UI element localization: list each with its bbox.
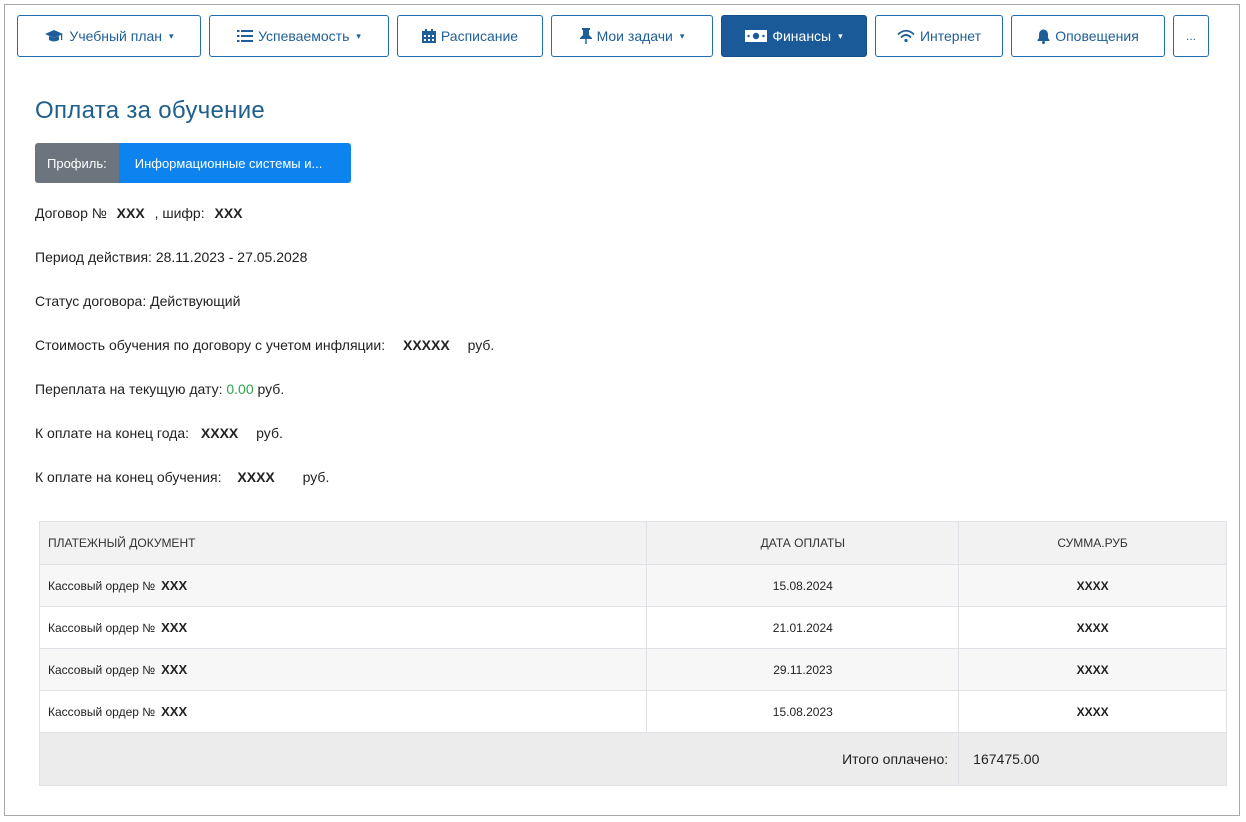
- column-header-document: ПЛАТЕЖНЫЙ ДОКУМЕНТ: [38, 521, 648, 565]
- nav-schedule-button[interactable]: Расписание: [397, 15, 543, 57]
- payment-doc-number: XXX: [161, 578, 188, 593]
- nav-notifications-button[interactable]: Оповещения: [1011, 15, 1165, 57]
- wifi-icon: [897, 29, 915, 43]
- year-due-line: К оплате на конец года: XXXX руб.: [35, 425, 283, 441]
- payment-sum-cell: XXXX: [958, 690, 1227, 733]
- nav-label: Финансы: [772, 28, 832, 44]
- end-due-value: XXXX: [237, 469, 275, 485]
- payment-doc-label: Кассовый ордер №: [48, 621, 156, 635]
- money-icon: [745, 30, 768, 42]
- payment-doc-number: XXX: [161, 620, 188, 635]
- table-row: Кассовый ордер № XXX 15.08.2024 XXXX: [38, 564, 1227, 607]
- nav-study-plan-button[interactable]: Учебный план ▾: [17, 15, 201, 57]
- contract-status-line: Статус договора: Действующий: [35, 293, 240, 309]
- payment-date-cell: 21.01.2024: [646, 606, 960, 649]
- nav-label: Мои задачи: [596, 28, 673, 44]
- contract-number-label: Договор №: [35, 205, 107, 221]
- contract-number: XXX: [116, 205, 145, 221]
- payment-date-cell: 15.08.2024: [646, 564, 960, 607]
- chevron-down-icon: ▾: [356, 30, 361, 41]
- period-label: Период действия:: [35, 249, 152, 265]
- nav-my-tasks-button[interactable]: Мои задачи ▾: [551, 15, 713, 57]
- payment-sum-cell: XXXX: [958, 564, 1227, 607]
- table-total-row: Итого оплачено: 167475.00: [38, 732, 1227, 786]
- payment-document-cell: Кассовый ордер № XXX: [38, 606, 648, 649]
- nav-label: Оповещения: [1055, 28, 1139, 44]
- payment-date-cell: 29.11.2023: [646, 648, 960, 691]
- cost-label: Стоимость обучения по договору с учетом …: [35, 337, 386, 353]
- year-due-value: XXXX: [200, 425, 239, 441]
- nav-more-button[interactable]: ...: [1173, 15, 1209, 57]
- cost-value: XXXXX: [402, 337, 450, 353]
- column-header-sum: СУММА.РУБ: [958, 521, 1227, 565]
- top-navbar: Учебный план ▾ Успеваемость ▾ Расписание…: [17, 15, 1209, 57]
- profile-value-button[interactable]: Информационные системы и...: [118, 143, 351, 183]
- nav-internet-button[interactable]: Интернет: [875, 15, 1003, 57]
- contract-period-line: Период действия: 28.11.2023 - 27.05.2028: [35, 249, 307, 265]
- end-due-line: К оплате на конец обучения: XXXX руб.: [35, 469, 329, 485]
- payment-doc-number: XXX: [161, 662, 188, 677]
- table-header-row: ПЛАТЕЖНЫЙ ДОКУМЕНТ ДАТА ОПЛАТЫ СУММА.РУБ: [38, 521, 1227, 565]
- nav-label: Успеваемость: [258, 28, 350, 44]
- column-header-date: ДАТА ОПЛАТЫ: [646, 521, 960, 565]
- status-label: Статус договора:: [35, 293, 147, 309]
- nav-finance-button[interactable]: Финансы ▾: [721, 15, 867, 57]
- calendar-icon: [421, 29, 436, 43]
- table-row: Кассовый ордер № XXX 15.08.2023 XXXX: [38, 690, 1227, 733]
- payment-document-cell: Кассовый ордер № XXX: [38, 690, 648, 733]
- list-icon: [237, 29, 254, 43]
- overpay-label: Переплата на текущую дату:: [35, 381, 223, 397]
- payment-doc-label: Кассовый ордер №: [48, 579, 156, 593]
- payment-date-cell: 15.08.2023: [646, 690, 960, 733]
- page-title: Оплата за обучение: [35, 97, 266, 124]
- nav-performance-button[interactable]: Успеваемость ▾: [209, 15, 389, 57]
- overpay-value: 0.00: [226, 381, 254, 397]
- graduation-cap-icon: [44, 29, 64, 43]
- contract-cipher: XXX: [214, 205, 243, 221]
- total-value: 167475.00: [958, 732, 1227, 786]
- payment-document-cell: Кассовый ордер № XXX: [38, 648, 648, 691]
- payment-doc-label: Кассовый ордер №: [48, 705, 156, 719]
- period-value: 28.11.2023 - 27.05.2028: [155, 249, 308, 265]
- nav-label: Интернет: [919, 28, 982, 44]
- contract-cipher-label: , шифр:: [154, 205, 205, 221]
- currency: руб.: [257, 381, 285, 397]
- contract-cost-line: Стоимость обучения по договору с учетом …: [35, 337, 494, 353]
- chevron-down-icon: ▾: [679, 30, 685, 41]
- payment-doc-label: Кассовый ордер №: [48, 663, 156, 677]
- nav-label: Расписание: [440, 28, 519, 44]
- main-content: Оплата за обучение Профиль: Информационн…: [35, 97, 1227, 786]
- chevron-down-icon: ▾: [838, 30, 843, 41]
- pin-icon: [579, 28, 592, 44]
- currency: руб.: [256, 425, 283, 441]
- currency: руб.: [302, 469, 330, 485]
- end-due-label: К оплате на конец обучения:: [35, 469, 222, 485]
- payments-table: ПЛАТЕЖНЫЙ ДОКУМЕНТ ДАТА ОПЛАТЫ СУММА.РУБ…: [38, 521, 1227, 786]
- status-value: Действующий: [150, 293, 241, 309]
- chevron-down-icon: ▾: [169, 30, 174, 41]
- table-row: Кассовый ордер № XXX 29.11.2023 XXXX: [38, 648, 1227, 691]
- profile-selector[interactable]: Профиль: Информационные системы и...: [35, 143, 351, 183]
- payment-sum-cell: XXXX: [958, 606, 1227, 649]
- payment-doc-number: XXX: [161, 704, 188, 719]
- table-row: Кассовый ордер № XXX 21.01.2024 XXXX: [38, 606, 1227, 649]
- payment-sum-cell: XXXX: [958, 648, 1227, 691]
- nav-label: Учебный план: [69, 28, 163, 44]
- nav-label: ...: [1185, 29, 1196, 43]
- profile-label: Профиль:: [35, 143, 119, 183]
- overpay-line: Переплата на текущую дату: 0.00 руб.: [35, 381, 284, 397]
- payment-document-cell: Кассовый ордер № XXX: [38, 564, 648, 607]
- contract-number-line: Договор № XXX , шифр: XXX: [35, 205, 249, 221]
- page-frame: Учебный план ▾ Успеваемость ▾ Расписание…: [4, 4, 1240, 816]
- year-due-label: К оплате на конец года:: [35, 425, 190, 441]
- currency: руб.: [467, 337, 495, 353]
- total-label: Итого оплачено:: [38, 732, 960, 786]
- bell-icon: [1037, 29, 1050, 44]
